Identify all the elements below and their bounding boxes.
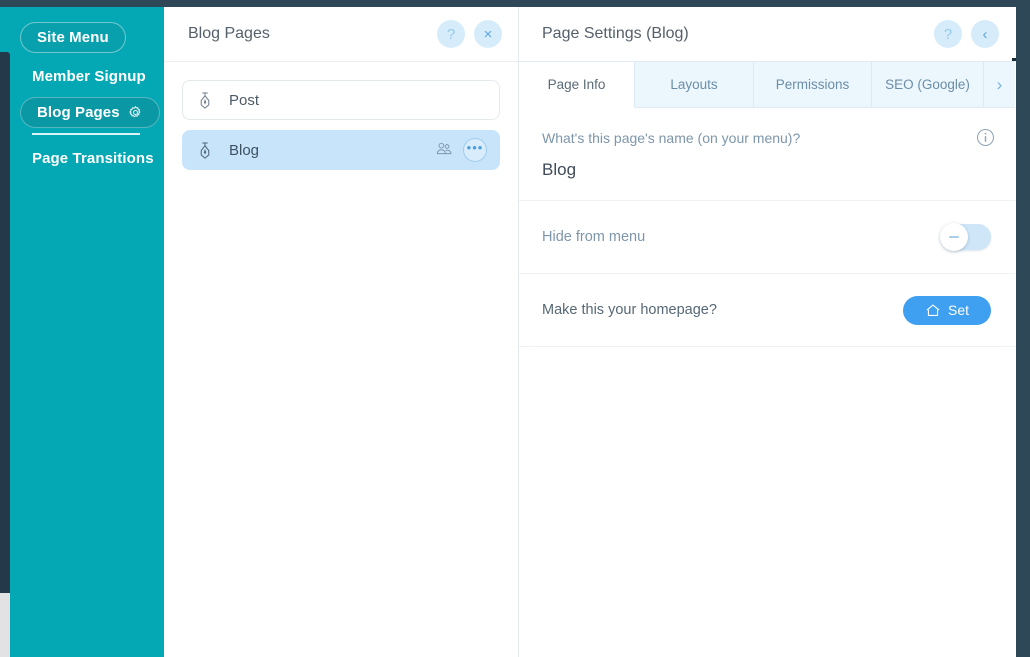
members-icon[interactable]: [435, 141, 453, 159]
help-button[interactable]: ?: [934, 20, 962, 48]
sidebar-item-page-transitions[interactable]: Page Transitions: [30, 144, 156, 173]
page-settings-header: Page Settings (Blog) ? ‹: [519, 7, 1015, 61]
toggle-knob: [940, 223, 968, 251]
homepage-section: Make this your homepage? Set: [519, 274, 1015, 347]
panel-title: Blog Pages: [188, 25, 270, 42]
set-homepage-label: Set: [947, 302, 969, 318]
home-icon: [925, 303, 941, 318]
sidebar-item-member-signup[interactable]: Member Signup: [30, 62, 148, 91]
page-name-section: What's this page's name (on your menu)? …: [519, 108, 1015, 201]
list-item-blog[interactable]: Blog •••: [182, 130, 500, 170]
sidebar-item-blog-pages[interactable]: Blog Pages: [20, 97, 160, 128]
hide-from-menu-label: Hide from menu: [542, 229, 646, 245]
sidebar-item-label: Blog Pages: [37, 104, 120, 121]
minus-icon: [949, 236, 959, 238]
page-title: Page Settings (Blog): [542, 25, 689, 42]
help-button[interactable]: ?: [437, 20, 465, 48]
window-chrome-top: [0, 0, 1030, 7]
back-icon[interactable]: ‹: [971, 20, 999, 48]
site-menu-sidebar: Site Menu Member Signup Blog Pages Page …: [0, 0, 164, 657]
page-name-value[interactable]: Blog: [542, 160, 991, 180]
hide-from-menu-section: Hide from menu: [519, 201, 1015, 274]
page-list: Post Blog •••: [164, 62, 518, 170]
tab-seo-google[interactable]: SEO (Google): [872, 62, 984, 107]
window-chrome-right-notch: [1012, 58, 1016, 61]
info-icon[interactable]: [976, 128, 995, 147]
more-options-label: •••: [466, 139, 484, 155]
sidebar-item-site-menu[interactable]: Site Menu: [20, 22, 126, 53]
tab-layouts[interactable]: Layouts: [635, 62, 754, 107]
set-homepage-button[interactable]: Set: [902, 295, 991, 325]
sidebar-item-label: Page Transitions: [32, 150, 154, 167]
list-item-post[interactable]: Post: [182, 80, 500, 120]
window-chrome-right: [1016, 0, 1030, 657]
page-settings-panel: Page Settings (Blog) ? ‹ Page Info Layou…: [518, 7, 1015, 657]
page-name-question: What's this page's name (on your menu)?: [542, 130, 801, 146]
pen-nib-icon: [197, 141, 213, 159]
tab-permissions[interactable]: Permissions: [754, 62, 872, 107]
tab-page-info[interactable]: Page Info: [519, 62, 635, 108]
settings-tabs: Page Info Layouts Permissions SEO (Googl…: [519, 61, 1015, 108]
homepage-label: Make this your homepage?: [542, 302, 717, 318]
more-options-button[interactable]: •••: [463, 138, 487, 162]
pen-nib-icon: [197, 91, 213, 109]
blog-pages-panel: Blog Pages ? × Post Blog •••: [164, 7, 518, 657]
window-chrome-left: [0, 52, 10, 593]
tabs-next-icon[interactable]: ›: [984, 62, 1015, 107]
list-item-label: Post: [229, 91, 260, 109]
sidebar-item-label: Site Menu: [20, 22, 126, 53]
sidebar-divider: [32, 133, 140, 135]
blog-pages-header: Blog Pages ? ×: [164, 7, 518, 62]
window-chrome-left-lower: [0, 593, 10, 657]
sidebar-item-blog-pages-pill: Blog Pages: [20, 97, 160, 128]
gear-icon[interactable]: [128, 105, 143, 120]
sidebar-item-label: Member Signup: [32, 68, 146, 85]
app-window: Site Menu Member Signup Blog Pages Page …: [0, 0, 1030, 657]
hide-from-menu-toggle[interactable]: [940, 223, 991, 251]
list-item-label: Blog: [229, 141, 260, 159]
close-icon[interactable]: ×: [474, 20, 502, 48]
